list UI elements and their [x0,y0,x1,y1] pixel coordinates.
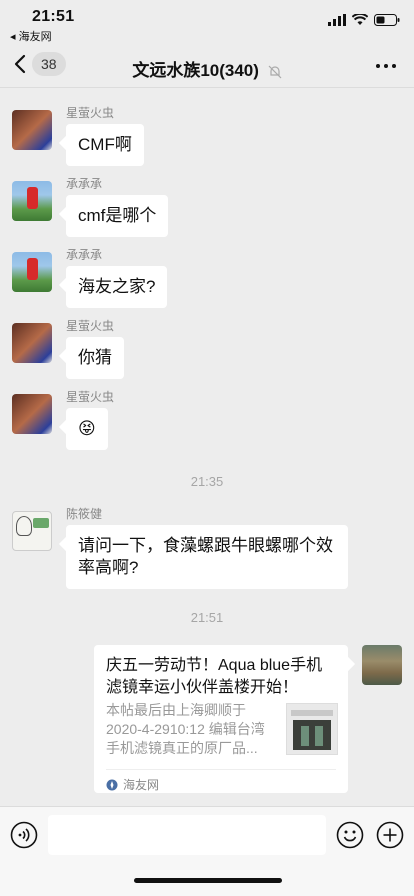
emoji-message-bubble[interactable]: 😝 [66,408,108,450]
avatar[interactable] [12,394,52,434]
sender-name: 承承承 [66,177,103,191]
mute-bell-icon [268,65,282,78]
avatar[interactable] [12,110,52,150]
more-dots-icon[interactable] [376,64,396,68]
home-indicator [134,878,282,883]
avatar[interactable] [12,511,52,551]
wifi-icon [352,14,368,25]
sender-name: 承承承 [66,248,103,262]
message-bubble[interactable]: 请问一下，食藻螺跟牛眼螺哪个效率高啊? [66,525,348,589]
message-bubble[interactable]: 海友之家? [66,266,168,308]
chat-title-wrap: 文远水族10(340) [0,56,414,81]
chat-header: 38 文远水族10(340) [0,44,414,88]
avatar[interactable] [12,323,52,363]
sender-name: 星萤火虫 [66,106,115,120]
message-bubble[interactable]: 你猜 [66,337,124,379]
link-card-source: 海友网 [106,776,159,793]
link-card-thumbnail [286,703,338,755]
back-to-app-link[interactable]: ◂ 海友网 [10,28,52,44]
compass-icon [106,779,118,790]
chat-title: 文远水族10(340) [132,61,259,80]
message-bubble[interactable]: cmf是哪个 [66,195,169,237]
shared-link-card[interactable]: 庆五一劳动节！Aqua blue手机滤镜幸运小伙伴盖楼开始！ 本帖最后由上海卿顺… [94,645,348,793]
avatar[interactable] [12,181,52,221]
status-bar: 21:51 ◂ 海友网 [0,0,414,44]
status-icons [328,14,400,26]
signal-icon [328,14,346,26]
plus-icon[interactable] [376,821,404,849]
link-card-title: 庆五一劳动节！Aqua blue手机滤镜幸运小伙伴盖楼开始！ [106,657,323,696]
avatar[interactable] [12,252,52,292]
sender-name: 星萤火虫 [66,319,115,333]
voice-icon[interactable] [10,821,38,849]
sender-name: 陈筱健 [66,507,103,521]
status-time: 21:51 [32,8,75,25]
emoji-icon[interactable] [336,821,364,849]
link-card-source-label: 海友网 [123,778,160,792]
time-divider: 21:51 [190,610,224,625]
link-card-divider [106,769,336,770]
my-avatar[interactable] [362,645,402,685]
battery-icon [374,14,400,26]
time-divider: 21:35 [190,474,224,489]
sender-name: 星萤火虫 [66,390,115,404]
message-input[interactable] [48,815,326,855]
message-bubble[interactable]: CMF啊 [66,124,144,166]
link-card-description: 本帖最后由上海卿顺于 2020-4-2910:12 编辑台湾手机滤镜真正的原厂品… [106,702,265,756]
